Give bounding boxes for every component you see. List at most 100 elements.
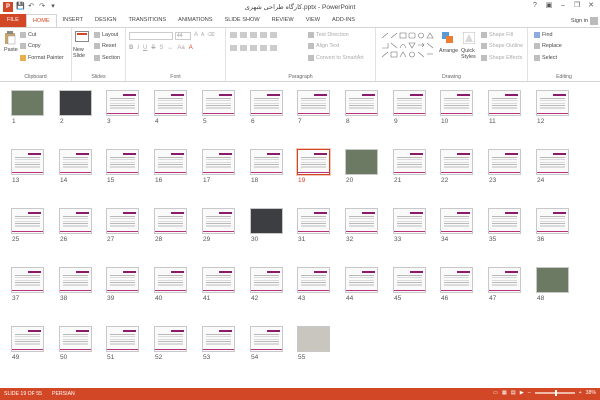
slide-thumbnail[interactable] [297, 326, 330, 352]
slide-show-icon[interactable]: ▶ [520, 390, 524, 396]
paste-icon[interactable] [4, 31, 16, 45]
slide-thumbnail[interactable] [393, 149, 426, 175]
slide-sorter-view-icon[interactable]: ▦ [502, 390, 507, 396]
slide-thumbnail[interactable] [106, 326, 139, 352]
align-center-icon[interactable] [240, 45, 247, 51]
zoom-slider-thumb[interactable] [554, 390, 557, 396]
find-button[interactable]: Find [534, 32, 553, 38]
slide-thumbnail[interactable] [250, 90, 283, 116]
slide-thumbnail[interactable] [202, 208, 235, 234]
shrink-font-icon[interactable]: A [201, 32, 204, 38]
slide-thumbnail[interactable] [440, 267, 473, 293]
font-color-icon[interactable]: A [189, 45, 193, 51]
copy-button[interactable]: Copy [20, 43, 41, 49]
slide-thumbnail[interactable] [154, 149, 187, 175]
slide-thumbnail[interactable] [536, 149, 569, 175]
slide-thumbnail[interactable] [536, 267, 569, 293]
slide-thumbnail[interactable] [11, 208, 44, 234]
numbering-icon[interactable] [240, 32, 247, 38]
reset-button[interactable]: Reset [94, 43, 116, 49]
slide-thumbnail[interactable] [106, 90, 139, 116]
shapes-gallery[interactable] [380, 31, 438, 59]
account-icon[interactable] [590, 17, 598, 25]
justify-icon[interactable] [260, 45, 267, 51]
slide-thumbnail[interactable] [106, 267, 139, 293]
slide-thumbnail[interactable] [106, 208, 139, 234]
font-size-select[interactable]: 44 [175, 32, 191, 40]
decrease-indent-icon[interactable] [250, 32, 257, 38]
slide-thumbnail[interactable] [11, 326, 44, 352]
slide-thumbnail[interactable] [345, 149, 378, 175]
language-indicator[interactable]: PERSIAN [52, 391, 75, 397]
tab-home[interactable]: HOME [25, 14, 57, 27]
tab-animations[interactable]: ANIMATIONS [172, 14, 218, 27]
slide-counter[interactable]: SLIDE 19 OF 55 [4, 391, 42, 397]
slide-thumbnail[interactable] [59, 326, 92, 352]
slide-thumbnail[interactable] [154, 90, 187, 116]
tab-design[interactable]: DESIGN [89, 14, 122, 27]
slide-thumbnail[interactable] [154, 208, 187, 234]
new-slide-icon[interactable] [75, 31, 89, 44]
italic-icon[interactable]: I [137, 45, 139, 51]
slide-thumbnail[interactable] [297, 149, 330, 175]
slide-thumbnail[interactable] [345, 267, 378, 293]
slide-thumbnail[interactable] [488, 267, 521, 293]
slide-thumbnail[interactable] [297, 208, 330, 234]
arrange-icon[interactable] [442, 32, 454, 44]
slide-thumbnail[interactable] [154, 267, 187, 293]
slide-thumbnail[interactable] [250, 267, 283, 293]
slide-thumbnail[interactable] [536, 208, 569, 234]
arrange-button[interactable]: Arrange [439, 48, 458, 54]
minimize-button[interactable]: – [556, 0, 570, 12]
reading-view-icon[interactable]: ▤ [511, 390, 516, 396]
tab-insert[interactable]: INSERT [57, 14, 89, 27]
slide-thumbnail[interactable] [393, 267, 426, 293]
slide-thumbnail[interactable] [250, 149, 283, 175]
zoom-level[interactable]: 38% [586, 390, 596, 396]
slide-thumbnail[interactable] [59, 90, 92, 116]
slide-thumbnail[interactable] [11, 267, 44, 293]
text-shadow-icon[interactable]: S [159, 45, 163, 51]
slide-thumbnail[interactable] [440, 208, 473, 234]
tab-file[interactable]: FILE [0, 14, 26, 27]
restore-button[interactable]: ❐ [570, 0, 584, 12]
strikethrough-icon[interactable]: S [151, 45, 155, 51]
layout-button[interactable]: Layout [94, 32, 118, 38]
slide-thumbnail[interactable] [154, 326, 187, 352]
line-spacing-icon[interactable] [270, 32, 277, 38]
replace-button[interactable]: Replace [534, 43, 562, 49]
slide-thumbnail[interactable] [59, 267, 92, 293]
align-text-button[interactable]: Align Text [308, 43, 339, 49]
character-spacing-icon[interactable]: ↔ [167, 45, 173, 51]
slide-thumbnail[interactable] [488, 90, 521, 116]
select-button[interactable]: Select [534, 55, 557, 61]
slide-thumbnail[interactable] [202, 149, 235, 175]
paste-button[interactable]: Paste [4, 47, 18, 53]
zoom-in-icon[interactable]: + [579, 390, 582, 396]
columns-icon[interactable] [270, 45, 277, 51]
slide-thumbnail[interactable] [250, 208, 283, 234]
slide-thumbnail[interactable] [345, 90, 378, 116]
slide-thumbnail[interactable] [106, 149, 139, 175]
change-case-icon[interactable]: Aa [177, 45, 184, 51]
close-button[interactable]: ✕ [584, 0, 598, 12]
format-painter-button[interactable]: Format Painter [20, 55, 64, 61]
clear-formatting-icon[interactable]: ⌫ [207, 32, 214, 38]
quick-styles-button[interactable]: Quick Styles [461, 48, 479, 60]
sign-in-link[interactable]: Sign in [571, 18, 588, 24]
slide-thumbnail[interactable] [297, 267, 330, 293]
slide-thumbnail[interactable] [202, 326, 235, 352]
slide-thumbnail[interactable] [393, 208, 426, 234]
new-slide-button[interactable]: New Slide [73, 47, 95, 59]
slide-thumbnail[interactable] [59, 149, 92, 175]
slide-thumbnail[interactable] [536, 90, 569, 116]
slide-thumbnail[interactable] [440, 149, 473, 175]
normal-view-icon[interactable]: ▭ [493, 390, 498, 396]
slide-thumbnail[interactable] [440, 90, 473, 116]
font-name-select[interactable] [129, 32, 173, 40]
text-direction-button[interactable]: Text Direction [308, 32, 349, 38]
slide-thumbnail[interactable] [11, 149, 44, 175]
bold-icon[interactable]: B [129, 45, 133, 51]
tab-add-ins[interactable]: ADD-INS [326, 14, 361, 27]
zoom-out-icon[interactable]: – [528, 390, 531, 396]
